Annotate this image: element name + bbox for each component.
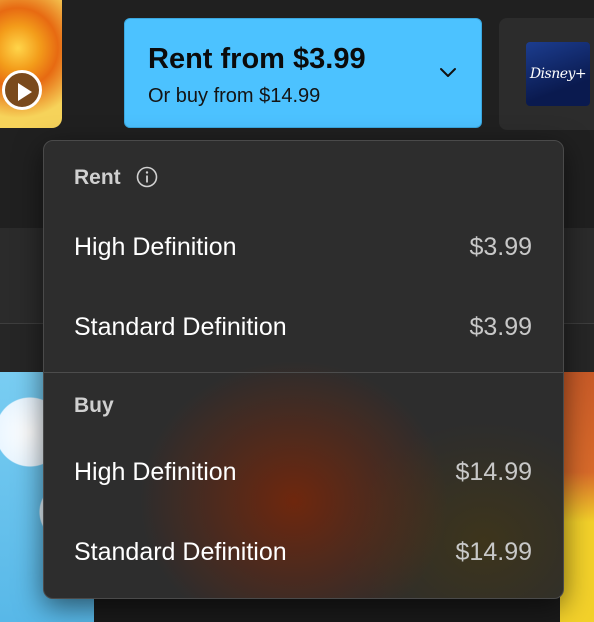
movie-poster-thumbnail[interactable] <box>0 0 62 128</box>
menu-item-price: $3.99 <box>469 233 532 261</box>
rent-button-subtitle: Or buy from $14.99 <box>148 85 321 107</box>
menu-item-rent-hd[interactable]: High Definition $3.99 <box>44 211 563 291</box>
menu-item-label: High Definition <box>74 458 237 486</box>
menu-item-buy-hd[interactable]: High Definition $14.99 <box>44 436 563 516</box>
partner-card[interactable]: Disney+ <box>499 18 594 130</box>
buy-section-header: Buy <box>74 394 114 417</box>
play-icon <box>18 83 32 101</box>
disney-plus-logo: Disney+ <box>526 42 590 106</box>
rent-buy-flyout-menu: Rent High Definition $3.99 Standard Defi… <box>43 140 564 599</box>
rent-button-title: Rent from $3.99 <box>148 43 366 75</box>
chevron-down-icon <box>440 68 456 77</box>
menu-item-buy-sd[interactable]: Standard Definition $14.99 <box>44 516 563 596</box>
rent-section-header: Rent <box>74 166 121 189</box>
menu-item-price: $14.99 <box>455 538 532 566</box>
info-icon[interactable] <box>136 166 158 188</box>
menu-divider <box>44 372 563 373</box>
menu-item-label: Standard Definition <box>74 313 287 341</box>
menu-item-label: Standard Definition <box>74 538 287 566</box>
rent-buy-dropdown-button[interactable]: Rent from $3.99 Or buy from $14.99 <box>124 18 482 128</box>
play-trailer-button[interactable] <box>2 70 42 110</box>
menu-item-rent-sd[interactable]: Standard Definition $3.99 <box>44 291 563 371</box>
gallery-image-right[interactable] <box>560 372 594 622</box>
menu-item-label: High Definition <box>74 233 237 261</box>
menu-item-price: $14.99 <box>455 458 532 486</box>
menu-item-price: $3.99 <box>469 313 532 341</box>
